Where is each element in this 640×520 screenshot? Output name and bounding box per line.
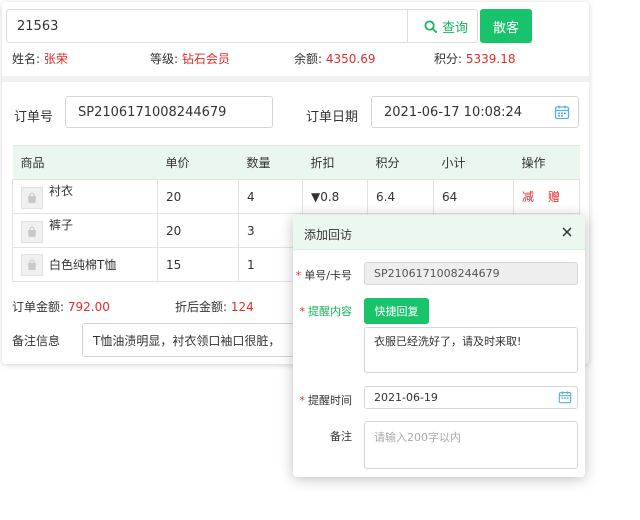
col-discount: 折扣 <box>302 145 368 180</box>
section-divider <box>2 76 589 82</box>
card-no-label: * 单号/卡号 <box>295 269 352 282</box>
col-product: 商品 <box>12 145 158 180</box>
product-image-icon <box>21 253 43 276</box>
member-search-input[interactable]: 21563 查询 <box>6 9 478 43</box>
gift-button[interactable]: 赠 <box>548 190 560 204</box>
card-no-field: SP2106171008244679 <box>364 262 578 285</box>
price-cell: 20 <box>157 179 239 214</box>
reminder-time-field[interactable]: 2021-06-19 <box>364 386 578 409</box>
table-header-row: 商品 单价 数量 折扣 积分 小计 操作 <box>12 145 580 180</box>
qty-cell[interactable]: 4 <box>238 179 303 214</box>
action-cell: 减 赠 <box>513 179 580 214</box>
member-level: 等级: 钻石会员 <box>150 50 230 67</box>
walk-in-customer-button[interactable]: 散客 <box>480 9 532 43</box>
reduce-button[interactable]: 减 <box>522 190 534 204</box>
price-cell: 20 <box>157 213 239 248</box>
reminder-content-label: * 提醒内容 <box>299 305 353 318</box>
member-points-label: 积分: <box>434 52 463 66</box>
calendar-icon[interactable] <box>554 104 570 120</box>
member-balance-label: 余额: <box>294 52 323 66</box>
col-qty: 数量 <box>238 145 303 180</box>
product-name: 白色纯棉T恤 <box>49 258 117 272</box>
order-date-field[interactable]: 2021-06-17 10:08:24 <box>371 96 579 128</box>
price-cell: 15 <box>157 247 239 282</box>
remark-input[interactable]: T恤油渍明显，衬衣领口袖口很脏， <box>82 323 322 357</box>
discounted-amount: 折后金额: 124 <box>175 298 254 315</box>
table-row: 衬衣 20 4 ▼0.8 6.4 64 减 赠 <box>12 179 580 214</box>
search-divider <box>407 10 408 42</box>
reminder-time-label: * 提醒时间 <box>299 394 353 407</box>
dialog-title: 添加回访 <box>304 228 353 242</box>
product-image-icon <box>21 187 43 209</box>
follow-up-dialog: 添加回访 * 单号/卡号 SP2106171008244679 * 提醒内容 快捷回… <box>293 215 585 477</box>
quick-reply-button[interactable]: 快捷回复 <box>364 298 429 324</box>
member-points-value: 5339.18 <box>465 52 516 66</box>
discounted-amount-value: 124 <box>230 300 254 314</box>
product-name: 裤子 <box>49 218 74 232</box>
member-points: 积分: 5339.18 <box>434 50 516 67</box>
search-button-label: 查询 <box>441 20 468 36</box>
search-button[interactable]: 查询 <box>415 10 477 42</box>
col-price: 单价 <box>157 145 239 180</box>
calendar-icon[interactable] <box>558 390 572 404</box>
dialog-header: 添加回访 <box>293 215 585 250</box>
subtotal-cell: 64 <box>433 179 514 214</box>
reminder-time-label-text: 提醒时间 <box>308 394 352 407</box>
member-name: 姓名: 张荣 <box>12 50 68 67</box>
product-image-icon <box>21 221 43 243</box>
product-cell: 衬衣 <box>12 179 158 214</box>
order-date-label: 订单日期 <box>306 110 359 125</box>
order-no-field[interactable]: SP2106171008244679 <box>65 96 273 128</box>
note-label-text: 备注 <box>330 430 352 443</box>
member-balance: 余额: 4350.69 <box>294 50 376 67</box>
remark-label: 备注信息 <box>12 334 61 348</box>
note-textarea[interactable]: 请输入200字以内 <box>364 421 578 469</box>
order-amount-value: 792.00 <box>67 300 110 314</box>
search-icon <box>424 19 437 33</box>
product-cell: 白色纯棉T恤 <box>12 247 158 282</box>
member-level-label: 等级: <box>150 52 179 66</box>
order-amount: 订单金额: 792.00 <box>12 298 110 315</box>
col-action: 操作 <box>513 145 580 180</box>
reminder-content-textarea[interactable]: 衣服已经洗好了，请及时来取! <box>364 327 578 373</box>
discounted-amount-label: 折后金额: <box>175 300 228 314</box>
reminder-time-value: 2021-06-19 <box>374 391 438 404</box>
search-value[interactable]: 21563 <box>17 19 58 34</box>
order-no-label: 订单号 <box>14 110 54 125</box>
member-level-value: 钻石会员 <box>181 52 230 66</box>
member-info: 姓名: 张荣 等级: 钻石会员 余额: 4350.69 积分: 5339.18 <box>12 50 572 66</box>
order-date-value: 2021-06-17 10:08:24 <box>384 104 523 120</box>
discount-cell[interactable]: ▼0.8 <box>302 179 368 214</box>
card-no-label-text: 单号/卡号 <box>304 269 352 282</box>
close-icon[interactable] <box>559 224 575 240</box>
reminder-content-label-text: 提醒内容 <box>308 305 352 318</box>
note-label: 备注 <box>330 428 352 444</box>
member-balance-value: 4350.69 <box>325 52 376 66</box>
member-name-value: 张荣 <box>43 52 68 66</box>
product-cell: 裤子 <box>12 213 158 248</box>
col-points: 积分 <box>367 145 434 180</box>
points-cell: 6.4 <box>367 179 434 214</box>
note-placeholder: 请输入200字以内 <box>374 431 461 444</box>
order-amount-label: 订单金额: <box>12 300 65 314</box>
product-name: 衬衣 <box>49 184 74 198</box>
member-name-label: 姓名: <box>12 52 41 66</box>
col-subtotal: 小计 <box>433 145 514 180</box>
